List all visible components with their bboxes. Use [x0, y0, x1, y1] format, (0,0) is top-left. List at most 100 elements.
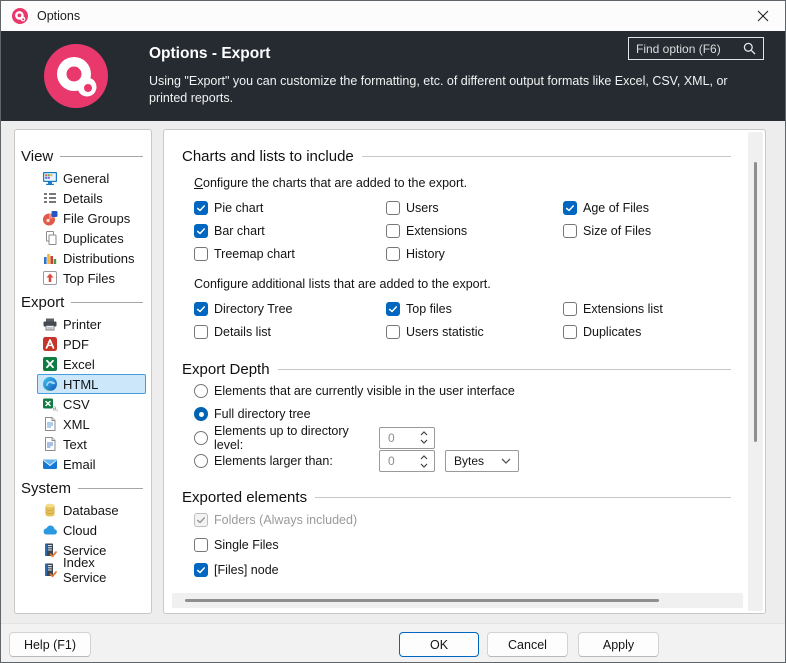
sidebar-item-details[interactable]: Details [37, 188, 146, 208]
checkbox-top-files[interactable]: Top files [386, 297, 563, 320]
find-option-box[interactable] [628, 37, 764, 60]
checkbox-icon [563, 325, 577, 339]
search-icon [743, 42, 756, 55]
horizontal-scrollbar[interactable] [172, 593, 743, 608]
sidebar-item-duplicates[interactable]: Duplicates [37, 228, 146, 248]
checkbox-icon [194, 201, 208, 215]
sidebar-item-pdf[interactable]: PDF [37, 334, 146, 354]
checkbox-icon [386, 224, 400, 238]
group-heading-export-depth: Export Depth [182, 359, 731, 379]
index-service-icon [42, 562, 58, 578]
options-sidebar: View General Details [14, 129, 152, 614]
excel-icon [42, 356, 58, 372]
checkbox-icon [194, 224, 208, 238]
lists-checkbox-grid: Directory Tree Details list Top files Us… [194, 297, 731, 343]
group-heading-exported-elements: Exported elements [182, 487, 731, 507]
checkbox-users-statistic[interactable]: Users statistic [386, 320, 563, 343]
sidebar-item-html[interactable]: HTML [37, 374, 146, 394]
copies-icon [42, 230, 58, 246]
unit-dropdown[interactable]: Bytes [445, 450, 519, 472]
help-button[interactable]: Help (F1) [9, 632, 91, 657]
sidebar-item-csv[interactable]: a, CSV [37, 394, 146, 414]
vertical-scrollbar[interactable] [748, 132, 763, 611]
checkbox-files-node[interactable]: [Files] node [194, 557, 731, 582]
sidebar-item-index-service[interactable]: Index Service [37, 560, 146, 580]
checkbox-icon [386, 247, 400, 261]
sidebar-item-cloud[interactable]: Cloud [37, 520, 146, 540]
pie-chart-icon [42, 210, 58, 226]
size-threshold-spinner[interactable]: 0 [379, 450, 435, 472]
app-logo-icon [12, 8, 28, 24]
checkbox-icon [194, 325, 208, 339]
radio-elements-larger-than[interactable]: Elements larger than: 0 Bytes [194, 450, 731, 474]
checkbox-users[interactable]: Users [386, 196, 563, 219]
checkbox-icon [563, 302, 577, 316]
checkbox-single-files[interactable]: Single Files [194, 532, 731, 557]
radio-icon [194, 431, 208, 445]
sidebar-item-top-files[interactable]: Top Files [37, 268, 146, 288]
cancel-button[interactable]: Cancel [487, 632, 568, 657]
checkbox-icon [194, 247, 208, 261]
checkbox-extensions[interactable]: Extensions [386, 219, 563, 242]
csv-icon: a, [42, 396, 58, 412]
checkbox-icon [386, 325, 400, 339]
checkbox-icon [563, 201, 577, 215]
sidebar-item-text[interactable]: Text [37, 434, 146, 454]
checkbox-treemap-chart[interactable]: Treemap chart [194, 242, 386, 265]
sidebar-item-email[interactable]: Email [37, 454, 146, 474]
sidebar-item-excel[interactable]: Excel [37, 354, 146, 374]
sidebar-item-xml[interactable]: XML [37, 414, 146, 434]
spinner-arrows-icon[interactable] [420, 455, 434, 468]
page-title: Options - Export [149, 45, 270, 63]
checkbox-folders-always-included: Folders (Always included) [194, 507, 731, 532]
charts-caption: Configure the charts that are added to t… [194, 176, 731, 192]
options-content-panel: Charts and lists to include Configure th… [163, 129, 766, 614]
charts-checkbox-grid: Pie chart Bar chart Treemap chart Users [194, 196, 731, 265]
radio-full-directory-tree[interactable]: Full directory tree [194, 403, 731, 427]
database-icon [42, 502, 58, 518]
apply-button[interactable]: Apply [578, 632, 659, 657]
checkbox-icon [563, 224, 577, 238]
sidebar-section-system: System [21, 478, 146, 498]
sidebar-item-printer[interactable]: Printer [37, 314, 146, 334]
checkbox-icon [194, 302, 208, 316]
page-description: Using "Export" you can customize the for… [149, 73, 753, 107]
checkbox-size-of-files[interactable]: Size of Files [563, 219, 731, 242]
close-button[interactable] [740, 1, 785, 31]
printer-icon [42, 316, 58, 332]
checkbox-duplicates[interactable]: Duplicates [563, 320, 731, 343]
find-option-input[interactable] [636, 42, 743, 56]
directory-level-spinner[interactable]: 0 [379, 427, 435, 449]
checkbox-extensions-list[interactable]: Extensions list [563, 297, 731, 320]
ok-button[interactable]: OK [399, 632, 479, 657]
options-dialog: Options Options - Export Using "Export" … [0, 0, 786, 663]
checkbox-history[interactable]: History [386, 242, 563, 265]
edge-browser-icon [42, 376, 58, 392]
checkbox-icon [194, 563, 208, 577]
checkbox-pie-chart[interactable]: Pie chart [194, 196, 386, 219]
service-icon [42, 542, 58, 558]
checkbox-bar-chart[interactable]: Bar chart [194, 219, 386, 242]
radio-icon [194, 407, 208, 421]
sidebar-item-file-groups[interactable]: File Groups [37, 208, 146, 228]
horizontal-scrollbar-thumb[interactable] [185, 599, 659, 602]
checkbox-icon [386, 302, 400, 316]
checkbox-details-list[interactable]: Details list [194, 320, 386, 343]
email-icon [42, 456, 58, 472]
spinner-arrows-icon[interactable] [420, 431, 434, 444]
checkbox-age-of-files[interactable]: Age of Files [563, 196, 731, 219]
window-title: Options [37, 9, 80, 23]
checkbox-directory-tree[interactable]: Directory Tree [194, 297, 386, 320]
sidebar-item-database[interactable]: Database [37, 500, 146, 520]
vertical-scrollbar-thumb[interactable] [754, 162, 757, 442]
sidebar-item-general[interactable]: General [37, 168, 146, 188]
pdf-icon [42, 336, 58, 352]
group-heading-charts: Charts and lists to include [182, 146, 731, 166]
radio-visible-elements[interactable]: Elements that are currently visible in t… [194, 379, 731, 403]
sidebar-item-distributions[interactable]: Distributions [37, 248, 146, 268]
checkbox-icon [194, 513, 208, 527]
radio-elements-up-to-level[interactable]: Elements up to directory level: 0 [194, 426, 731, 450]
checkbox-icon [194, 538, 208, 552]
list-icon [42, 190, 58, 206]
title-bar: Options [1, 1, 785, 31]
